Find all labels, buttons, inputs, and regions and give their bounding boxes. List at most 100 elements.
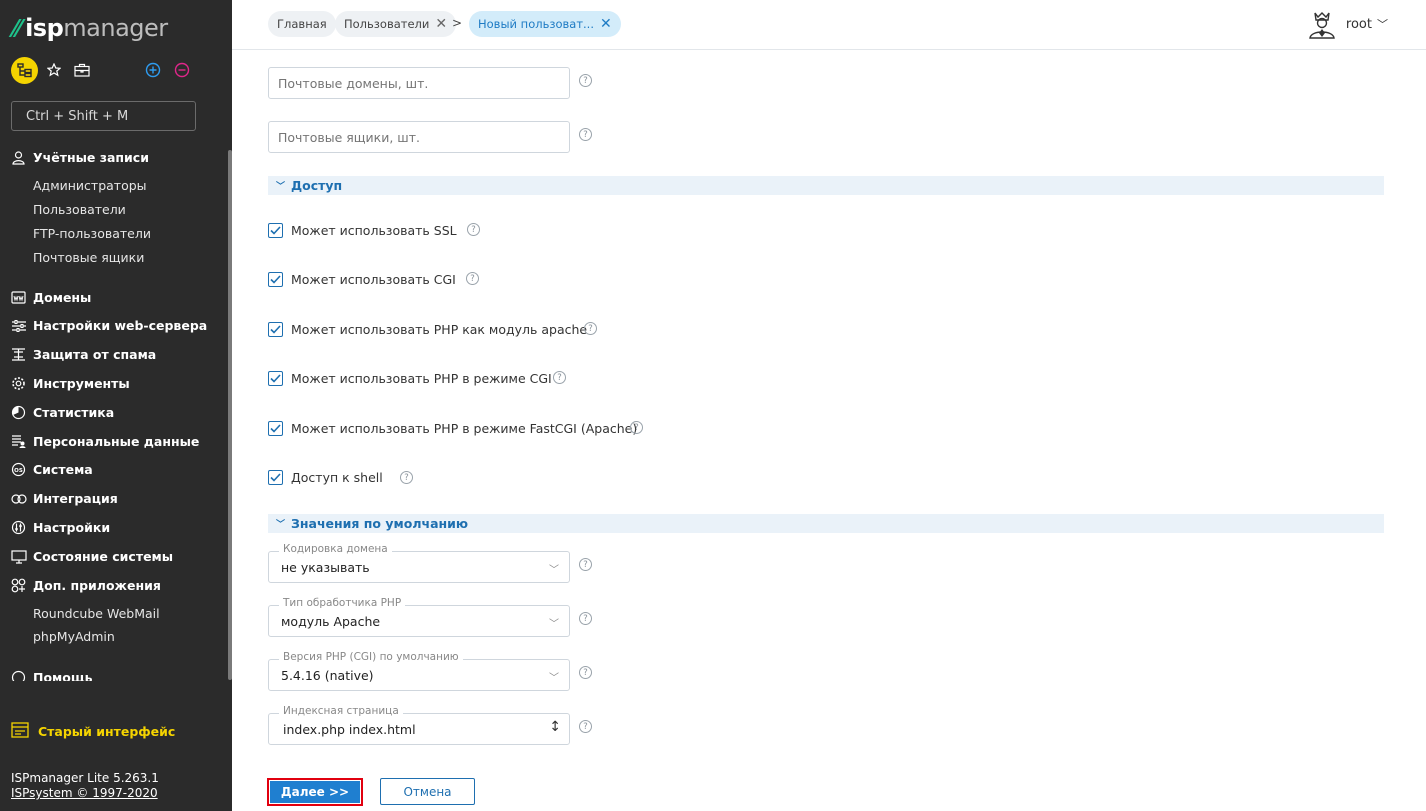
help-icon[interactable]: ? xyxy=(467,223,480,236)
menu-search-input[interactable] xyxy=(11,101,196,131)
help-icon[interactable]: ? xyxy=(579,558,592,571)
breadcrumb-home[interactable]: Главная xyxy=(268,11,336,37)
php-handler-select[interactable]: Тип обработчика PHP модуль Apache ﹀ xyxy=(268,597,570,637)
old-interface-icon xyxy=(11,722,29,740)
checkbox-shell-access[interactable]: Доступ к shell xyxy=(268,470,383,485)
nav-group-accounts[interactable]: Учётные записи xyxy=(10,149,149,166)
nav-group-system[interactable]: OS Система xyxy=(10,461,93,478)
nav-group-system-status[interactable]: Состояние системы xyxy=(10,548,173,565)
help-icon[interactable]: ? xyxy=(579,128,592,141)
help-icon[interactable]: ? xyxy=(553,371,566,384)
close-icon[interactable]: ✕ xyxy=(600,17,612,31)
help-icon[interactable]: ? xyxy=(400,471,413,484)
help-icon[interactable]: ? xyxy=(579,612,592,625)
breadcrumb-users[interactable]: Пользователи ✕ xyxy=(335,11,457,37)
checkbox-label: Доступ к shell xyxy=(291,470,383,485)
field-label: Версия PHP (CGI) по умолчанию xyxy=(279,651,463,663)
briefcase-icon[interactable] xyxy=(73,61,91,79)
field-label: Индексная страница xyxy=(279,705,403,717)
section-defaults[interactable]: ﹀ Значения по умолчанию xyxy=(268,514,1384,533)
mail-domains-input[interactable] xyxy=(268,67,570,99)
integration-icon xyxy=(10,490,27,507)
checkbox-ssl[interactable]: Может использовать SSL xyxy=(268,223,457,238)
monitor-icon xyxy=(10,548,27,565)
help-icon[interactable]: ? xyxy=(579,720,592,733)
nav-item-mailboxes[interactable]: Почтовые ящики xyxy=(33,250,144,265)
domain-encoding-select[interactable]: Кодировка домена не указывать ﹀ xyxy=(268,543,570,583)
input-value: index.php index.html xyxy=(283,721,416,737)
username: root xyxy=(1345,16,1372,32)
sidebar-nav: Учётные записи Администраторы Пользовате… xyxy=(0,146,228,681)
nav-group-help[interactable]: Помощь xyxy=(10,669,93,681)
nav-group-domains[interactable]: Домены xyxy=(10,289,91,306)
nav-group-spam-protection[interactable]: Защита от спама xyxy=(10,346,156,363)
old-interface-link[interactable]: Старый интерфейс xyxy=(11,722,175,740)
gear-icon xyxy=(10,375,27,392)
field-label: Тип обработчика PHP xyxy=(279,597,406,609)
nav-group-label: Доп. приложения xyxy=(33,578,161,593)
checkbox-php-fastcgi[interactable]: Может использовать PHP в режиме FastCGI … xyxy=(268,421,637,436)
user-menu[interactable]: root ﹀ xyxy=(1306,8,1388,40)
close-icon[interactable]: ✕ xyxy=(435,17,447,31)
logo-text-bold: isp xyxy=(25,14,64,42)
nav-item-phpmyadmin[interactable]: phpMyAdmin xyxy=(33,629,115,644)
breadcrumb-label: Новый пользоват... xyxy=(478,17,594,31)
copyright-link[interactable]: ISPsystem © 1997-2020 xyxy=(11,786,159,801)
nav-group-extra-apps[interactable]: Доп. приложения xyxy=(10,577,161,594)
mailboxes-input[interactable] xyxy=(268,121,570,153)
checkbox-checked-icon[interactable] xyxy=(268,322,283,337)
checkbox-cgi[interactable]: Может использовать CGI xyxy=(268,272,456,287)
nav-group-personal-data[interactable]: Персональные данные xyxy=(10,433,199,450)
nav-item-ftp-users[interactable]: FTP-пользователи xyxy=(33,226,151,241)
apps-icon xyxy=(10,577,27,594)
help-icon xyxy=(10,669,27,681)
section-access[interactable]: ﹀ Доступ xyxy=(268,176,1384,195)
nav-group-settings[interactable]: Настройки xyxy=(10,519,110,536)
help-icon[interactable]: ? xyxy=(579,666,592,679)
nav-group-label: Система xyxy=(33,462,93,477)
nav-item-administrators[interactable]: Администраторы xyxy=(33,178,147,193)
help-icon[interactable]: ? xyxy=(584,322,597,335)
personal-data-icon xyxy=(10,433,27,450)
checkbox-checked-icon[interactable] xyxy=(268,223,283,238)
cancel-button[interactable]: Отмена xyxy=(380,778,475,805)
nav-item-users[interactable]: Пользователи xyxy=(33,202,126,217)
checkbox-php-cgi[interactable]: Может использовать PHP в режиме CGI xyxy=(268,371,552,386)
ispmanager-logo[interactable]: // isp manager xyxy=(8,14,169,42)
resize-arrows-icon[interactable]: ↕ xyxy=(549,719,561,735)
checkbox-checked-icon[interactable] xyxy=(268,421,283,436)
menu-tree-icon[interactable] xyxy=(11,57,38,84)
checkbox-php-apache-module[interactable]: Может использовать PHP как модуль apache xyxy=(268,322,587,337)
checkbox-checked-icon[interactable] xyxy=(268,470,283,485)
select-value: 5.4.16 (native) xyxy=(281,667,374,683)
nav-group-tools[interactable]: Инструменты xyxy=(10,375,130,392)
index-page-input[interactable]: Индексная страница index.php index.html … xyxy=(268,705,570,745)
users-icon xyxy=(10,149,27,166)
help-icon[interactable]: ? xyxy=(579,74,592,87)
sliders-icon xyxy=(10,317,27,334)
checkbox-checked-icon[interactable] xyxy=(268,272,283,287)
select-value: не указывать xyxy=(281,559,370,575)
nav-group-integration[interactable]: Интеграция xyxy=(10,490,118,507)
checkbox-checked-icon[interactable] xyxy=(268,371,283,386)
nav-group-label: Инструменты xyxy=(33,376,130,391)
php-version-select[interactable]: Версия PHP (CGI) по умолчанию 5.4.16 (na… xyxy=(268,651,570,691)
svg-text:OS: OS xyxy=(14,468,23,474)
spam-filter-icon xyxy=(10,346,27,363)
os-icon: OS xyxy=(10,461,27,478)
checkbox-label: Может использовать PHP в режиме FastCGI … xyxy=(291,421,638,436)
nav-group-statistics[interactable]: Статистика xyxy=(10,404,114,421)
help-icon[interactable]: ? xyxy=(630,421,643,434)
nav-group-web-server-settings[interactable]: Настройки web-сервера xyxy=(10,317,207,334)
chevron-down-icon: ﹀ xyxy=(549,565,559,576)
new-user-form: ? ? ﹀ Доступ Может использовать SSL ? Мо… xyxy=(232,51,1426,811)
checkbox-label: Может использовать PHP как модуль apache xyxy=(291,322,588,337)
nav-item-roundcube[interactable]: Roundcube WebMail xyxy=(33,606,160,621)
favorites-star-icon[interactable] xyxy=(45,61,63,79)
add-circle-icon[interactable] xyxy=(144,61,162,79)
breadcrumb-new-user[interactable]: Новый пользоват... ✕ xyxy=(469,11,621,37)
chevron-down-icon: ﹀ xyxy=(549,619,559,630)
remove-circle-icon[interactable] xyxy=(173,61,191,79)
next-button[interactable]: Далее >> xyxy=(267,778,363,806)
help-icon[interactable]: ? xyxy=(466,272,479,285)
